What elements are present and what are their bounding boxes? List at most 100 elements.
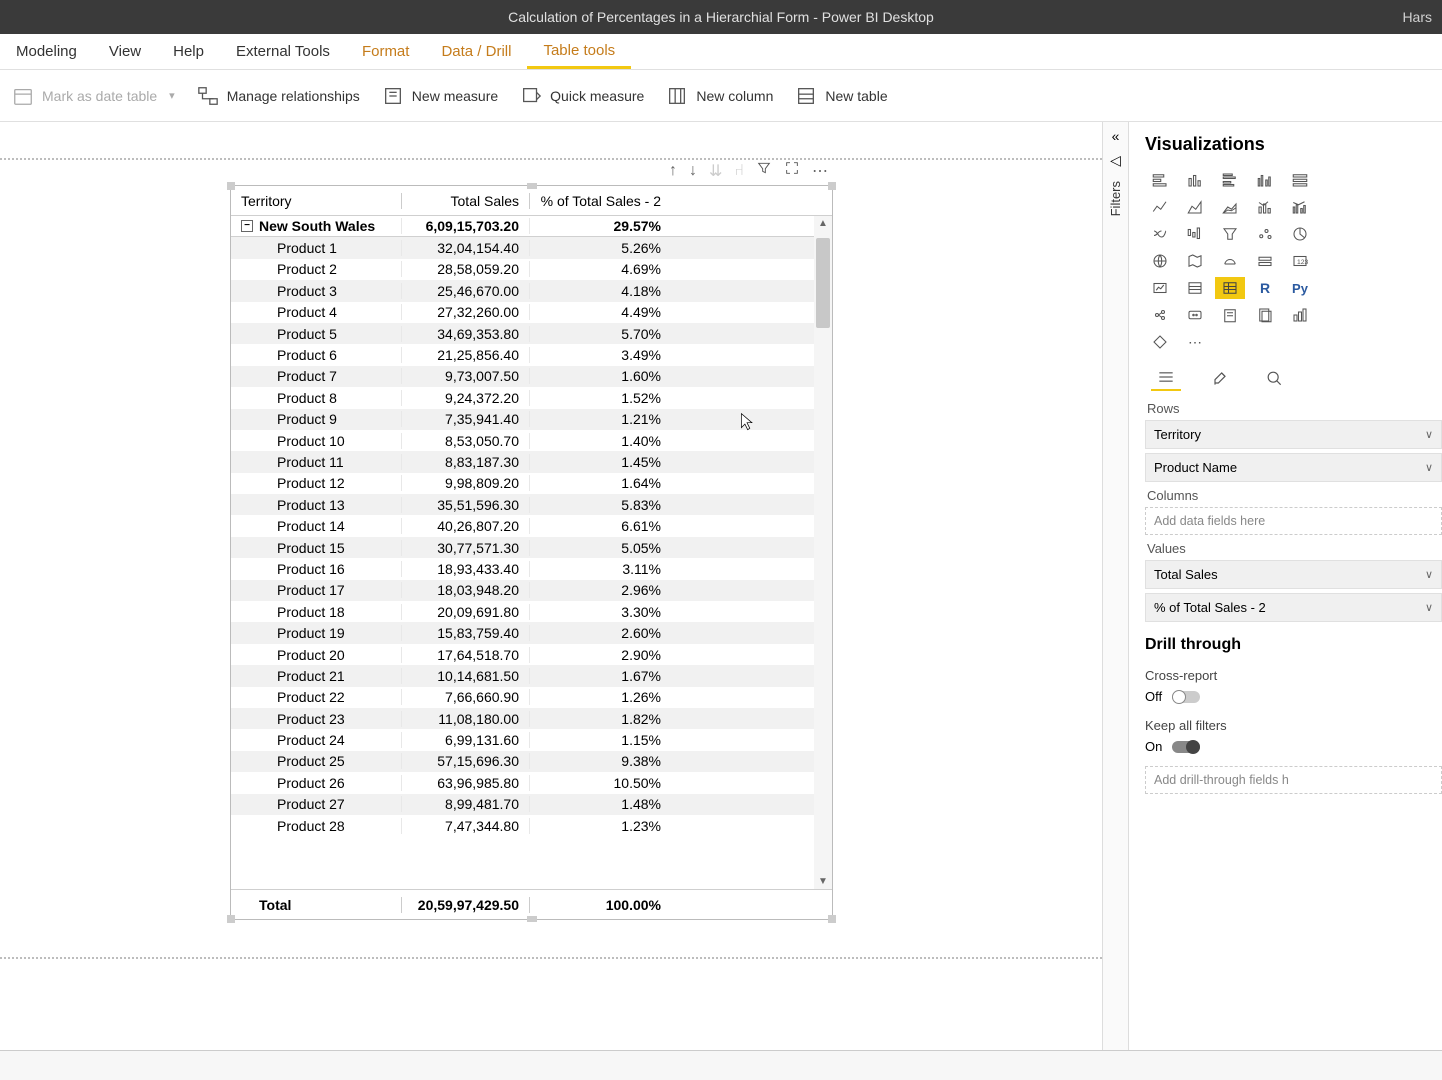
- menu-data-drill[interactable]: Data / Drill: [425, 34, 527, 69]
- matrix-data-row[interactable]: Product 287,47,344.801.23%: [231, 815, 832, 836]
- menu-format[interactable]: Format: [346, 34, 426, 69]
- matrix-data-row[interactable]: Product 1335,51,596.305.83%: [231, 494, 832, 515]
- matrix-data-row[interactable]: Product 108,53,050.701.40%: [231, 430, 832, 451]
- shape-map-icon[interactable]: [1215, 250, 1245, 272]
- card-icon[interactable]: 123: [1285, 250, 1315, 272]
- cross-report-toggle[interactable]: [1172, 691, 1200, 703]
- collapse-icon[interactable]: −: [241, 220, 253, 232]
- matrix-data-row[interactable]: Product 89,24,372.201.52%: [231, 387, 832, 408]
- matrix-data-row[interactable]: Product 1820,09,691.803.30%: [231, 601, 832, 622]
- manage-relationships-button[interactable]: Manage relationships: [197, 85, 360, 107]
- chevron-down-icon[interactable]: ∨: [1425, 461, 1433, 474]
- quick-measure-button[interactable]: Quick measure: [520, 85, 644, 107]
- hundred-stacked-bar-icon[interactable]: [1285, 169, 1315, 191]
- pie-chart-icon[interactable]: [1285, 223, 1315, 245]
- matrix-data-row[interactable]: Product 118,83,187.301.45%: [231, 451, 832, 472]
- matrix-data-row[interactable]: Product 132,04,154.405.26%: [231, 237, 832, 258]
- menu-table-tools[interactable]: Table tools: [527, 34, 631, 69]
- vertical-scrollbar[interactable]: ▲ ▼: [814, 216, 832, 889]
- gauge-icon[interactable]: [1250, 250, 1280, 272]
- matrix-data-row[interactable]: Product 1718,03,948.202.96%: [231, 580, 832, 601]
- chevron-down-icon[interactable]: ∨: [1425, 601, 1433, 614]
- table-visual-icon[interactable]: [1180, 277, 1210, 299]
- matrix-data-row[interactable]: Product 1440,26,807.206.61%: [231, 515, 832, 536]
- matrix-data-row[interactable]: Product 2017,64,518.702.90%: [231, 644, 832, 665]
- bookmark-icon[interactable]: ◁: [1110, 152, 1121, 169]
- matrix-data-row[interactable]: Product 325,46,670.004.18%: [231, 280, 832, 301]
- ribbon-chart-icon[interactable]: [1145, 223, 1175, 245]
- kpi-icon[interactable]: [1145, 277, 1175, 299]
- stacked-column-chart-icon[interactable]: [1180, 169, 1210, 191]
- matrix-data-row[interactable]: Product 621,25,856.403.49%: [231, 344, 832, 365]
- matrix-data-row[interactable]: Product 1915,83,759.402.60%: [231, 622, 832, 643]
- filters-pane-collapsed[interactable]: « ◁ Filters: [1102, 122, 1128, 1080]
- drill-up-icon[interactable]: ↑: [669, 162, 677, 180]
- menu-external-tools[interactable]: External Tools: [220, 34, 346, 69]
- rows-field-territory[interactable]: Territory ∨: [1145, 420, 1442, 449]
- map-icon[interactable]: [1145, 250, 1175, 272]
- matrix-data-row[interactable]: Product 427,32,260.004.49%: [231, 302, 832, 323]
- paginated-report-icon[interactable]: [1250, 304, 1280, 326]
- matrix-data-row[interactable]: Product 534,69,353.805.70%: [231, 323, 832, 344]
- matrix-data-row[interactable]: Product 246,99,131.601.15%: [231, 729, 832, 750]
- matrix-data-row[interactable]: Product 2110,14,681.501.67%: [231, 665, 832, 686]
- powerapps-icon[interactable]: [1145, 331, 1175, 353]
- chevron-down-icon[interactable]: ∨: [1425, 428, 1433, 441]
- matrix-data-row[interactable]: Product 2311,08,180.001.82%: [231, 708, 832, 729]
- analytics-tab-icon[interactable]: [1259, 365, 1289, 391]
- filter-icon[interactable]: [756, 160, 772, 181]
- new-column-button[interactable]: New column: [666, 85, 773, 107]
- matrix-data-row[interactable]: Product 2557,15,696.309.38%: [231, 751, 832, 772]
- matrix-visual-icon[interactable]: [1215, 277, 1245, 299]
- line-clustered-column-icon[interactable]: [1285, 196, 1315, 218]
- more-options-icon[interactable]: ⋯: [812, 161, 828, 181]
- new-table-button[interactable]: New table: [795, 85, 887, 107]
- line-stacked-column-icon[interactable]: [1250, 196, 1280, 218]
- matrix-data-row[interactable]: Product 1530,77,571.305.05%: [231, 537, 832, 558]
- matrix-visual[interactable]: ↑ ↓ ⇊ ⑁ ⋯ Territory Total Sales % of Tot…: [230, 185, 833, 920]
- line-chart-icon[interactable]: [1145, 196, 1175, 218]
- area-chart-icon[interactable]: [1180, 196, 1210, 218]
- matrix-data-row[interactable]: Product 129,98,809.201.64%: [231, 473, 832, 494]
- menu-help[interactable]: Help: [157, 34, 220, 69]
- keep-filters-toggle[interactable]: [1172, 741, 1200, 753]
- more-visuals-icon[interactable]: ⋯: [1180, 331, 1210, 353]
- report-canvas[interactable]: ↑ ↓ ⇊ ⑁ ⋯ Territory Total Sales % of Tot…: [0, 122, 1102, 1080]
- scroll-down-arrow-icon[interactable]: ▼: [818, 876, 828, 887]
- format-tab-icon[interactable]: [1205, 365, 1235, 391]
- scrollbar-thumb[interactable]: [816, 238, 830, 328]
- values-field-pct[interactable]: % of Total Sales - 2 ∨: [1145, 593, 1442, 622]
- header-pct[interactable]: % of Total Sales - 2: [529, 193, 671, 209]
- matrix-data-row[interactable]: Product 227,66,660.901.26%: [231, 687, 832, 708]
- drill-through-field-well[interactable]: Add drill-through fields h: [1145, 766, 1442, 794]
- clustered-bar-chart-icon[interactable]: [1215, 169, 1245, 191]
- stacked-bar-chart-icon[interactable]: [1145, 169, 1175, 191]
- menu-view[interactable]: View: [93, 34, 157, 69]
- decomposition-tree-icon[interactable]: [1180, 304, 1210, 326]
- clustered-column-chart-icon[interactable]: [1250, 169, 1280, 191]
- arcgis-icon[interactable]: [1285, 304, 1315, 326]
- fields-tab-icon[interactable]: [1151, 365, 1181, 391]
- qa-visual-icon[interactable]: [1215, 304, 1245, 326]
- values-field-total-sales[interactable]: Total Sales ∨: [1145, 560, 1442, 589]
- scroll-up-arrow-icon[interactable]: ▲: [818, 218, 828, 229]
- scatter-chart-icon[interactable]: [1250, 223, 1280, 245]
- new-measure-button[interactable]: New measure: [382, 85, 498, 107]
- rows-field-product-name[interactable]: Product Name ∨: [1145, 453, 1442, 482]
- matrix-data-row[interactable]: Product 1618,93,433.403.11%: [231, 558, 832, 579]
- matrix-data-row[interactable]: Product 97,35,941.401.21%: [231, 409, 832, 430]
- matrix-group-row[interactable]: −New South Wales6,09,15,703.2029.57%: [231, 216, 832, 237]
- drill-down-icon[interactable]: ↓: [689, 162, 697, 180]
- stacked-area-chart-icon[interactable]: [1215, 196, 1245, 218]
- columns-field-well[interactable]: Add data fields here: [1145, 507, 1442, 535]
- matrix-data-row[interactable]: Product 79,73,007.501.60%: [231, 366, 832, 387]
- funnel-chart-icon[interactable]: [1215, 223, 1245, 245]
- chevron-down-icon[interactable]: ∨: [1425, 568, 1433, 581]
- matrix-data-row[interactable]: Product 278,99,481.701.48%: [231, 794, 832, 815]
- waterfall-chart-icon[interactable]: [1180, 223, 1210, 245]
- header-total-sales[interactable]: Total Sales: [401, 193, 529, 209]
- header-territory[interactable]: Territory: [231, 193, 401, 209]
- key-influencers-icon[interactable]: [1145, 304, 1175, 326]
- matrix-data-row[interactable]: Product 228,58,059.204.69%: [231, 259, 832, 280]
- filled-map-icon[interactable]: [1180, 250, 1210, 272]
